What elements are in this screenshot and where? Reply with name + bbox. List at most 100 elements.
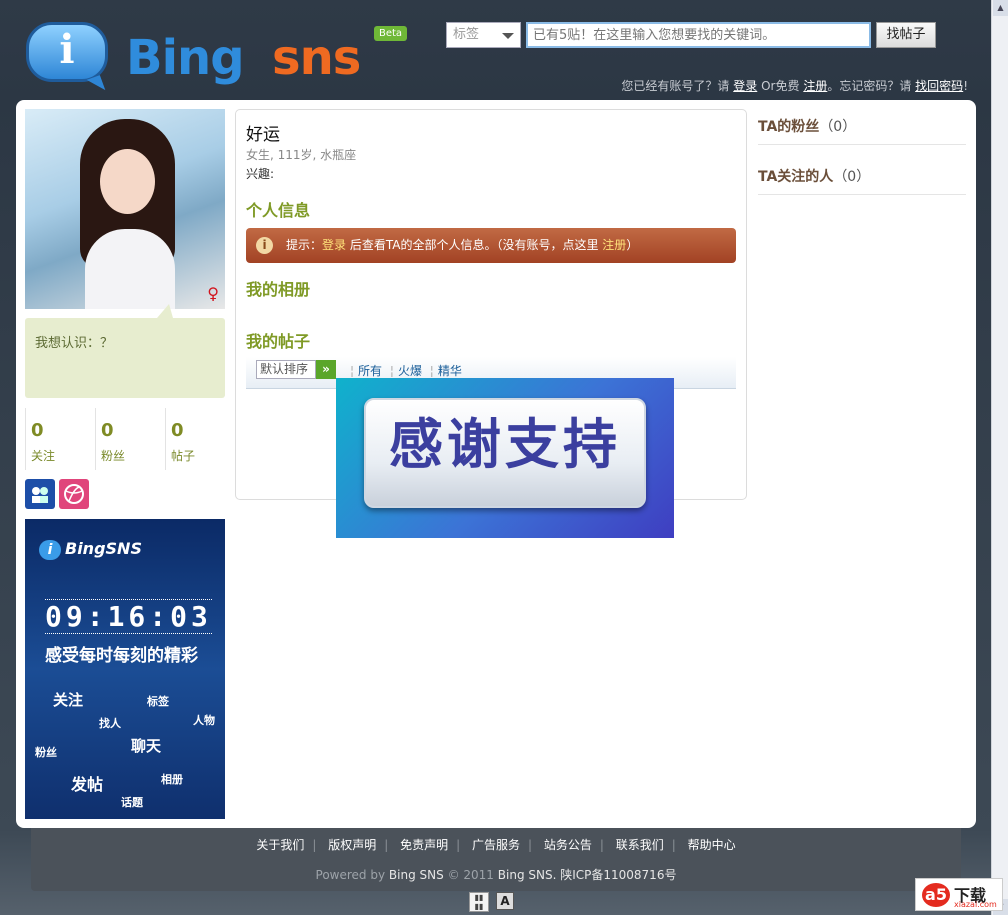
font-a-icon[interactable]: A [496,892,514,910]
forgot-text: 。忘记密码？请 [827,79,912,93]
dropdown-arrow-icon [502,33,514,39]
tip-suffix: ） [626,238,639,252]
a5-logo: a5 [922,883,950,907]
following-label: TA关注的人 [758,169,834,185]
logo-sns-text: sns [272,30,361,86]
separator: ¦ [350,364,355,378]
msn-icon[interactable] [25,479,55,509]
sort-select[interactable]: 默认排序 [256,360,316,379]
separator: | [528,838,533,852]
copyright-brand: Bing SNS [497,868,553,882]
search-input[interactable] [526,22,871,48]
banner-word: 相册 [161,773,183,786]
banner-word: 话题 [121,796,143,809]
filter-hot[interactable]: 火爆 [398,364,422,378]
footer-link-help[interactable]: 帮助中心 [688,838,736,852]
stat-posts-value: 0 [171,420,184,441]
login-mid: Or免费 [761,79,800,93]
fans-count: （0） [819,119,857,135]
avatar-face [100,149,155,214]
stat-fans[interactable]: 0 粉丝 [95,408,161,470]
separator: | [599,838,604,852]
vertical-scrollbar[interactable]: ▲ ▼ [991,0,1008,915]
footer-link-announcements[interactable]: 站务公告 [544,838,592,852]
search-category-select[interactable]: 标签 [446,22,521,48]
logo-bing-text: Bing [126,30,245,86]
search-button[interactable]: 找帖子 [876,22,936,48]
separator: | [384,838,389,852]
copyright-year: © 2011 [447,868,494,882]
filter-all[interactable]: 所有 [358,364,382,378]
stat-posts[interactable]: 0 帖子 [165,408,231,470]
profile-meta: 女生, 111岁, 水瓶座 [246,148,357,162]
promo-banner[interactable]: i BingSNS 09:16:03 感受每时每刻的精彩 关注 标签 找人 人物 … [25,519,225,819]
separator: ¦ [389,364,394,378]
filter-featured[interactable]: 精华 [438,364,462,378]
a5-site: xiazai.com [954,900,997,909]
avatar-body [85,229,175,309]
banner-word: 发帖 [71,775,104,794]
section-personal-info: 个人信息 [246,201,311,220]
footer-link-ads[interactable]: 广告服务 [472,838,520,852]
thanks-popup-image[interactable]: 感谢支持 [336,378,674,538]
sort-filter-links: ¦ 所有 ¦ 火爆 ¦ 精华 [346,362,462,379]
tip-prefix: 提示： [286,238,323,252]
sort-go-icon[interactable]: » [316,360,336,379]
login-tip-bar: i 提示：登录 后查看TA的全部个人信息。（没有账号，点这里 注册） [246,228,736,263]
section-my-posts: 我的帖子 [246,332,311,351]
separator: | [671,838,676,852]
separator: | [456,838,461,852]
icp-number[interactable]: . 陕ICP备11008716号 [553,868,677,882]
banner-slogan: 感受每时每刻的精彩 [45,646,198,666]
recover-password-link[interactable]: 找回密码 [915,79,963,93]
banner-background-texture [25,519,225,819]
banner-logo-text: BingSNS [65,539,142,558]
dribbble-icon[interactable] [59,479,89,509]
footer-copyright: Powered by Bing SNS © 2011 Bing SNS. 陕IC… [31,866,961,883]
stat-following[interactable]: 0 关注 [25,408,91,470]
cnzz-stats-icon[interactable]: ▮▮ ▮▮ [469,892,489,912]
banner-word: 粉丝 [35,746,57,759]
stat-fans-value: 0 [101,420,114,441]
stat-following-value: 0 [31,420,44,441]
register-link[interactable]: 注册 [803,79,827,93]
fans-label: TA的粉丝 [758,119,820,135]
stat-fans-label: 粉丝 [101,449,126,463]
a5-watermark: a5 下载 xiazai.com [915,878,1003,911]
banner-word: 关注 [53,691,84,709]
scroll-up-arrow-icon[interactable]: ▲ [993,0,1008,16]
footer-link-copyright[interactable]: 版权声明 [328,838,376,852]
logo-i-glyph: i [59,26,75,73]
powered-by: Powered by [315,868,386,882]
avatar[interactable]: ♀ [25,109,225,309]
female-gender-icon: ♀ [207,284,219,303]
tip-login-link[interactable]: 登录 [322,238,346,252]
beta-badge: Beta [374,26,408,41]
footer-link-disclaimer[interactable]: 免责声明 [400,838,448,852]
following-count: （0） [833,169,871,185]
login-suffix: ! [963,79,968,93]
footer-links: 关于我们 | 版权声明 | 免责声明 | 广告服务 | 站务公告 | 联系我们 | 帮助中心 [31,836,961,853]
login-prefix: 您已经有账号了？请 [621,79,730,93]
search-category-value: 标签 [453,27,480,42]
banner-word: 标签 [147,695,169,708]
info-icon: i [39,540,61,560]
stat-following-label: 关注 [31,449,56,463]
profile-name: 好运 [246,125,280,145]
separator: | [312,838,317,852]
footer-link-about[interactable]: 关于我们 [256,838,304,852]
login-prompt: 您已经有账号了？请 登录 Or免费 注册。忘记密码？请 找回密码! [621,77,968,94]
fans-heading[interactable]: TA的粉丝（0） [758,116,966,145]
profile-interests: 兴趣: [246,167,275,181]
want-to-meet-bubble: 我想认识：？ [25,304,225,398]
footer-link-contact[interactable]: 联系我们 [616,838,664,852]
stat-posts-label: 帖子 [171,449,196,463]
tip-register-link[interactable]: 注册 [602,238,626,252]
powered-brand-link[interactable]: Bing SNS [389,868,444,882]
thanks-text: 感谢支持 [364,398,646,508]
info-warning-icon: i [256,237,273,254]
login-link[interactable]: 登录 [733,79,757,93]
banner-logo: i BingSNS [39,539,142,560]
following-heading[interactable]: TA关注的人（0） [758,166,966,195]
banner-clock: 09:16:03 [45,599,212,634]
